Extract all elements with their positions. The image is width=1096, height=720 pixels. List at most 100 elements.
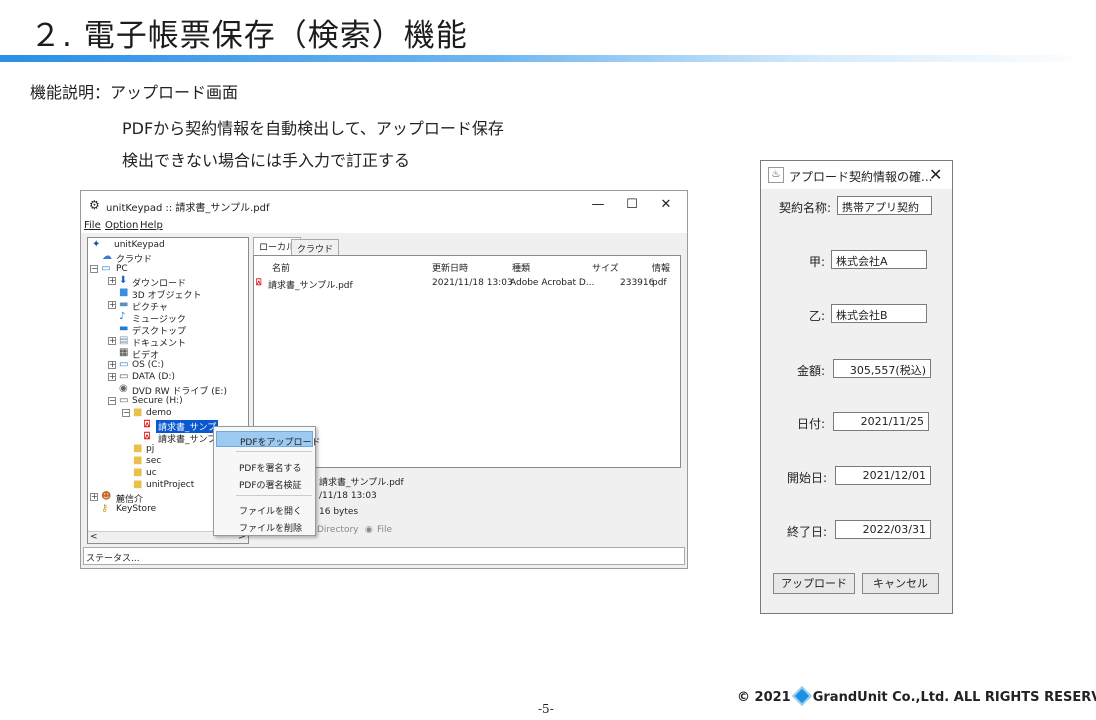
radio-file-icon[interactable]: ◉ xyxy=(365,525,373,535)
expand-icon[interactable]: + xyxy=(108,373,116,381)
close-button[interactable]: ✕ xyxy=(649,194,683,216)
folder-icon: ■ xyxy=(133,407,143,418)
menubar: File Option Help xyxy=(81,219,687,233)
company-logo-icon xyxy=(791,686,812,706)
drive-icon: ▭ xyxy=(119,371,129,382)
end-date-label: 終了日: xyxy=(787,525,828,539)
pdf-icon: ⍓ xyxy=(144,431,150,442)
folder-icon: ■ xyxy=(133,467,143,478)
download-icon: ⬇ xyxy=(119,275,128,286)
document-icon: ▤ xyxy=(119,335,129,346)
column-type[interactable]: 種類 xyxy=(512,261,530,274)
menu-item-open-file[interactable]: ファイルを開く xyxy=(216,501,313,517)
dialog-close-button[interactable]: ✕ xyxy=(929,165,942,184)
column-info[interactable]: 情報 xyxy=(652,261,670,274)
file-name: 請求書_サンプル.pdf xyxy=(268,281,353,291)
expand-icon[interactable]: + xyxy=(108,301,116,309)
upload-button[interactable]: アップロード xyxy=(773,573,855,594)
contract-name-label: 契約名称: xyxy=(779,201,832,215)
detail-date: /11/18 13:03 xyxy=(319,491,377,501)
menu-item-delete-file[interactable]: ファイルを削除 xyxy=(216,518,313,534)
video-icon: ▦ xyxy=(119,347,129,358)
collapse-icon[interactable]: − xyxy=(108,397,116,405)
dialog-title: アプロード契約情報の確... xyxy=(789,170,933,184)
party-a-label: 甲: xyxy=(809,255,826,269)
menu-separator xyxy=(236,451,312,452)
table-row[interactable]: ⍓ 請求書_サンプル.pdf 2021/11/18 13:03 Adobe Ac… xyxy=(254,278,680,291)
tab-cloud[interactable]: クラウド xyxy=(291,239,340,255)
folder-icon: ■ xyxy=(133,479,143,490)
title-underline xyxy=(0,55,1096,62)
cancel-button[interactable]: キャンセル xyxy=(862,573,939,594)
status-bar: ステータス... xyxy=(83,547,685,565)
start-date-label: 開始日: xyxy=(787,471,828,485)
desktop-icon: ▬ xyxy=(119,323,129,334)
column-size[interactable]: サイズ xyxy=(592,261,619,274)
window-titlebar[interactable]: ⚙ unitKeypad :: 請求書_サンプル.pdf — ☐ ✕ xyxy=(81,191,687,219)
minimize-button[interactable]: — xyxy=(581,194,615,216)
window-title: unitKeypad :: 請求書_サンプル.pdf xyxy=(106,203,270,214)
date-label: 日付: xyxy=(797,417,826,431)
file-details: 請求書_サンプル.pdf /11/18 13:03 16 bytes Direc… xyxy=(253,473,681,543)
user-icon: ☻ xyxy=(101,491,112,502)
amount-label: 金額: xyxy=(797,364,826,378)
folder-icon: ■ xyxy=(133,443,143,454)
collapse-icon[interactable]: − xyxy=(122,409,130,417)
menu-file[interactable]: File xyxy=(84,220,101,231)
copyright-year: © 2021 xyxy=(737,690,791,705)
party-b-label: 乙: xyxy=(809,309,826,323)
scroll-left-icon[interactable]: < xyxy=(90,532,98,542)
collapse-icon[interactable]: − xyxy=(90,265,98,273)
dvd-icon: ◉ xyxy=(119,383,128,394)
detail-size: 16 bytes xyxy=(319,507,359,517)
java-icon: ♨ xyxy=(768,167,784,183)
copyright-text: GrandUnit Co.,Ltd. ALL RIGHTS RESERVED xyxy=(812,690,1096,705)
amount-field[interactable]: 305,557(税込) xyxy=(833,359,931,378)
start-date-field[interactable]: 2021/12/01 xyxy=(835,466,931,485)
description-line-2: 検出できない場合には手入力で訂正する xyxy=(122,151,411,170)
pdf-icon: ⍓ xyxy=(256,278,262,288)
cloud-icon: ☁ xyxy=(102,251,112,262)
expand-icon[interactable]: + xyxy=(108,337,116,345)
party-b-field[interactable]: 株式会社B xyxy=(831,304,927,323)
date-field[interactable]: 2021/11/25 xyxy=(833,412,929,431)
end-date-field[interactable]: 2022/03/31 xyxy=(835,520,931,539)
menu-option[interactable]: Option xyxy=(105,220,138,231)
column-name[interactable]: 名前 xyxy=(272,261,290,274)
upload-confirm-dialog: ♨ アプロード契約情報の確... ✕ 契約名称: 携帯アプリ契約 甲: 株式会社… xyxy=(760,160,953,614)
file-size: 233916 xyxy=(620,278,655,288)
menu-item-verify-pdf[interactable]: PDFの署名検証 xyxy=(216,475,313,491)
menu-separator xyxy=(236,495,312,496)
picture-icon: ▬ xyxy=(119,299,129,310)
menu-item-sign-pdf[interactable]: PDFを署名する xyxy=(216,458,313,474)
column-modified[interactable]: 更新日時 xyxy=(432,261,468,274)
expand-icon[interactable]: + xyxy=(108,361,116,369)
maximize-button[interactable]: ☐ xyxy=(615,194,649,216)
unitkeypad-window: ⚙ unitKeypad :: 請求書_サンプル.pdf — ☐ ✕ File … xyxy=(80,190,688,569)
contract-name-field[interactable]: 携帯アプリ契約 xyxy=(837,196,932,215)
expand-icon[interactable]: + xyxy=(108,277,116,285)
dialog-titlebar[interactable]: ♨ アプロード契約情報の確... ✕ xyxy=(761,161,952,189)
menu-item-upload-pdf[interactable]: PDFをアップロード xyxy=(216,431,321,448)
file-type: Adobe Acrobat D... xyxy=(510,278,595,288)
radio-directory[interactable]: Directory xyxy=(317,525,358,535)
party-a-field[interactable]: 株式会社A xyxy=(831,250,927,269)
key-icon: ⚷ xyxy=(101,503,109,514)
expand-icon[interactable]: + xyxy=(90,493,98,501)
folder-icon: ■ xyxy=(133,455,143,466)
music-icon: ♪ xyxy=(119,311,126,322)
description-heading: 機能説明：アップロード画面 xyxy=(30,83,239,102)
file-modified: 2021/11/18 13:03 xyxy=(432,278,513,288)
detail-name: 請求書_サンプル.pdf xyxy=(319,478,404,488)
drive-icon: ▭ xyxy=(119,395,129,406)
pdf-icon: ⍓ xyxy=(144,419,150,430)
app-icon: ✦ xyxy=(92,239,101,250)
description-line-1: PDFから契約情報を自動検出して、アップロード保存 xyxy=(122,119,504,138)
file-info: pdf xyxy=(652,278,667,288)
tab-strip: ローカル クラウド xyxy=(253,237,681,255)
gear-icon: ⚙ xyxy=(89,198,100,212)
page-number: -5- xyxy=(538,702,554,716)
radio-file[interactable]: File xyxy=(377,525,392,535)
menu-help[interactable]: Help xyxy=(140,220,163,231)
copyright: © 2021 GrandUnit Co.,Ltd. ALL RIGHTS RESE… xyxy=(737,686,1096,706)
